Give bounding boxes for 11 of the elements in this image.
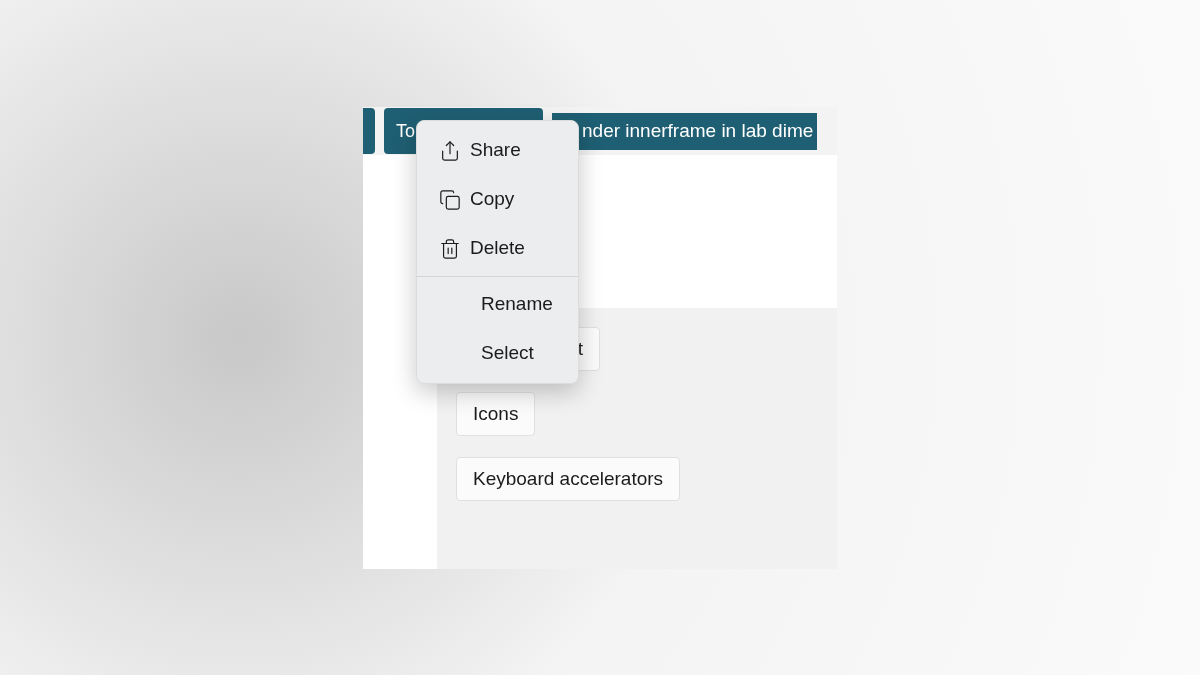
- menu-item[interactable]: Rename: [417, 280, 578, 329]
- toolbar-button[interactable]: [363, 108, 375, 154]
- copy-icon: [439, 188, 461, 211]
- content-button[interactable]: Icons: [456, 392, 536, 436]
- menu-item[interactable]: Copy: [417, 175, 578, 224]
- menu-item[interactable]: Delete: [417, 224, 578, 273]
- share-icon: [439, 139, 461, 162]
- menu-item[interactable]: Select: [417, 329, 578, 378]
- toolbar-button[interactable]: nder innerframe in lab dime: [552, 112, 818, 150]
- delete-icon: [439, 237, 461, 260]
- content-button[interactable]: Keyboard accelerators: [456, 457, 681, 501]
